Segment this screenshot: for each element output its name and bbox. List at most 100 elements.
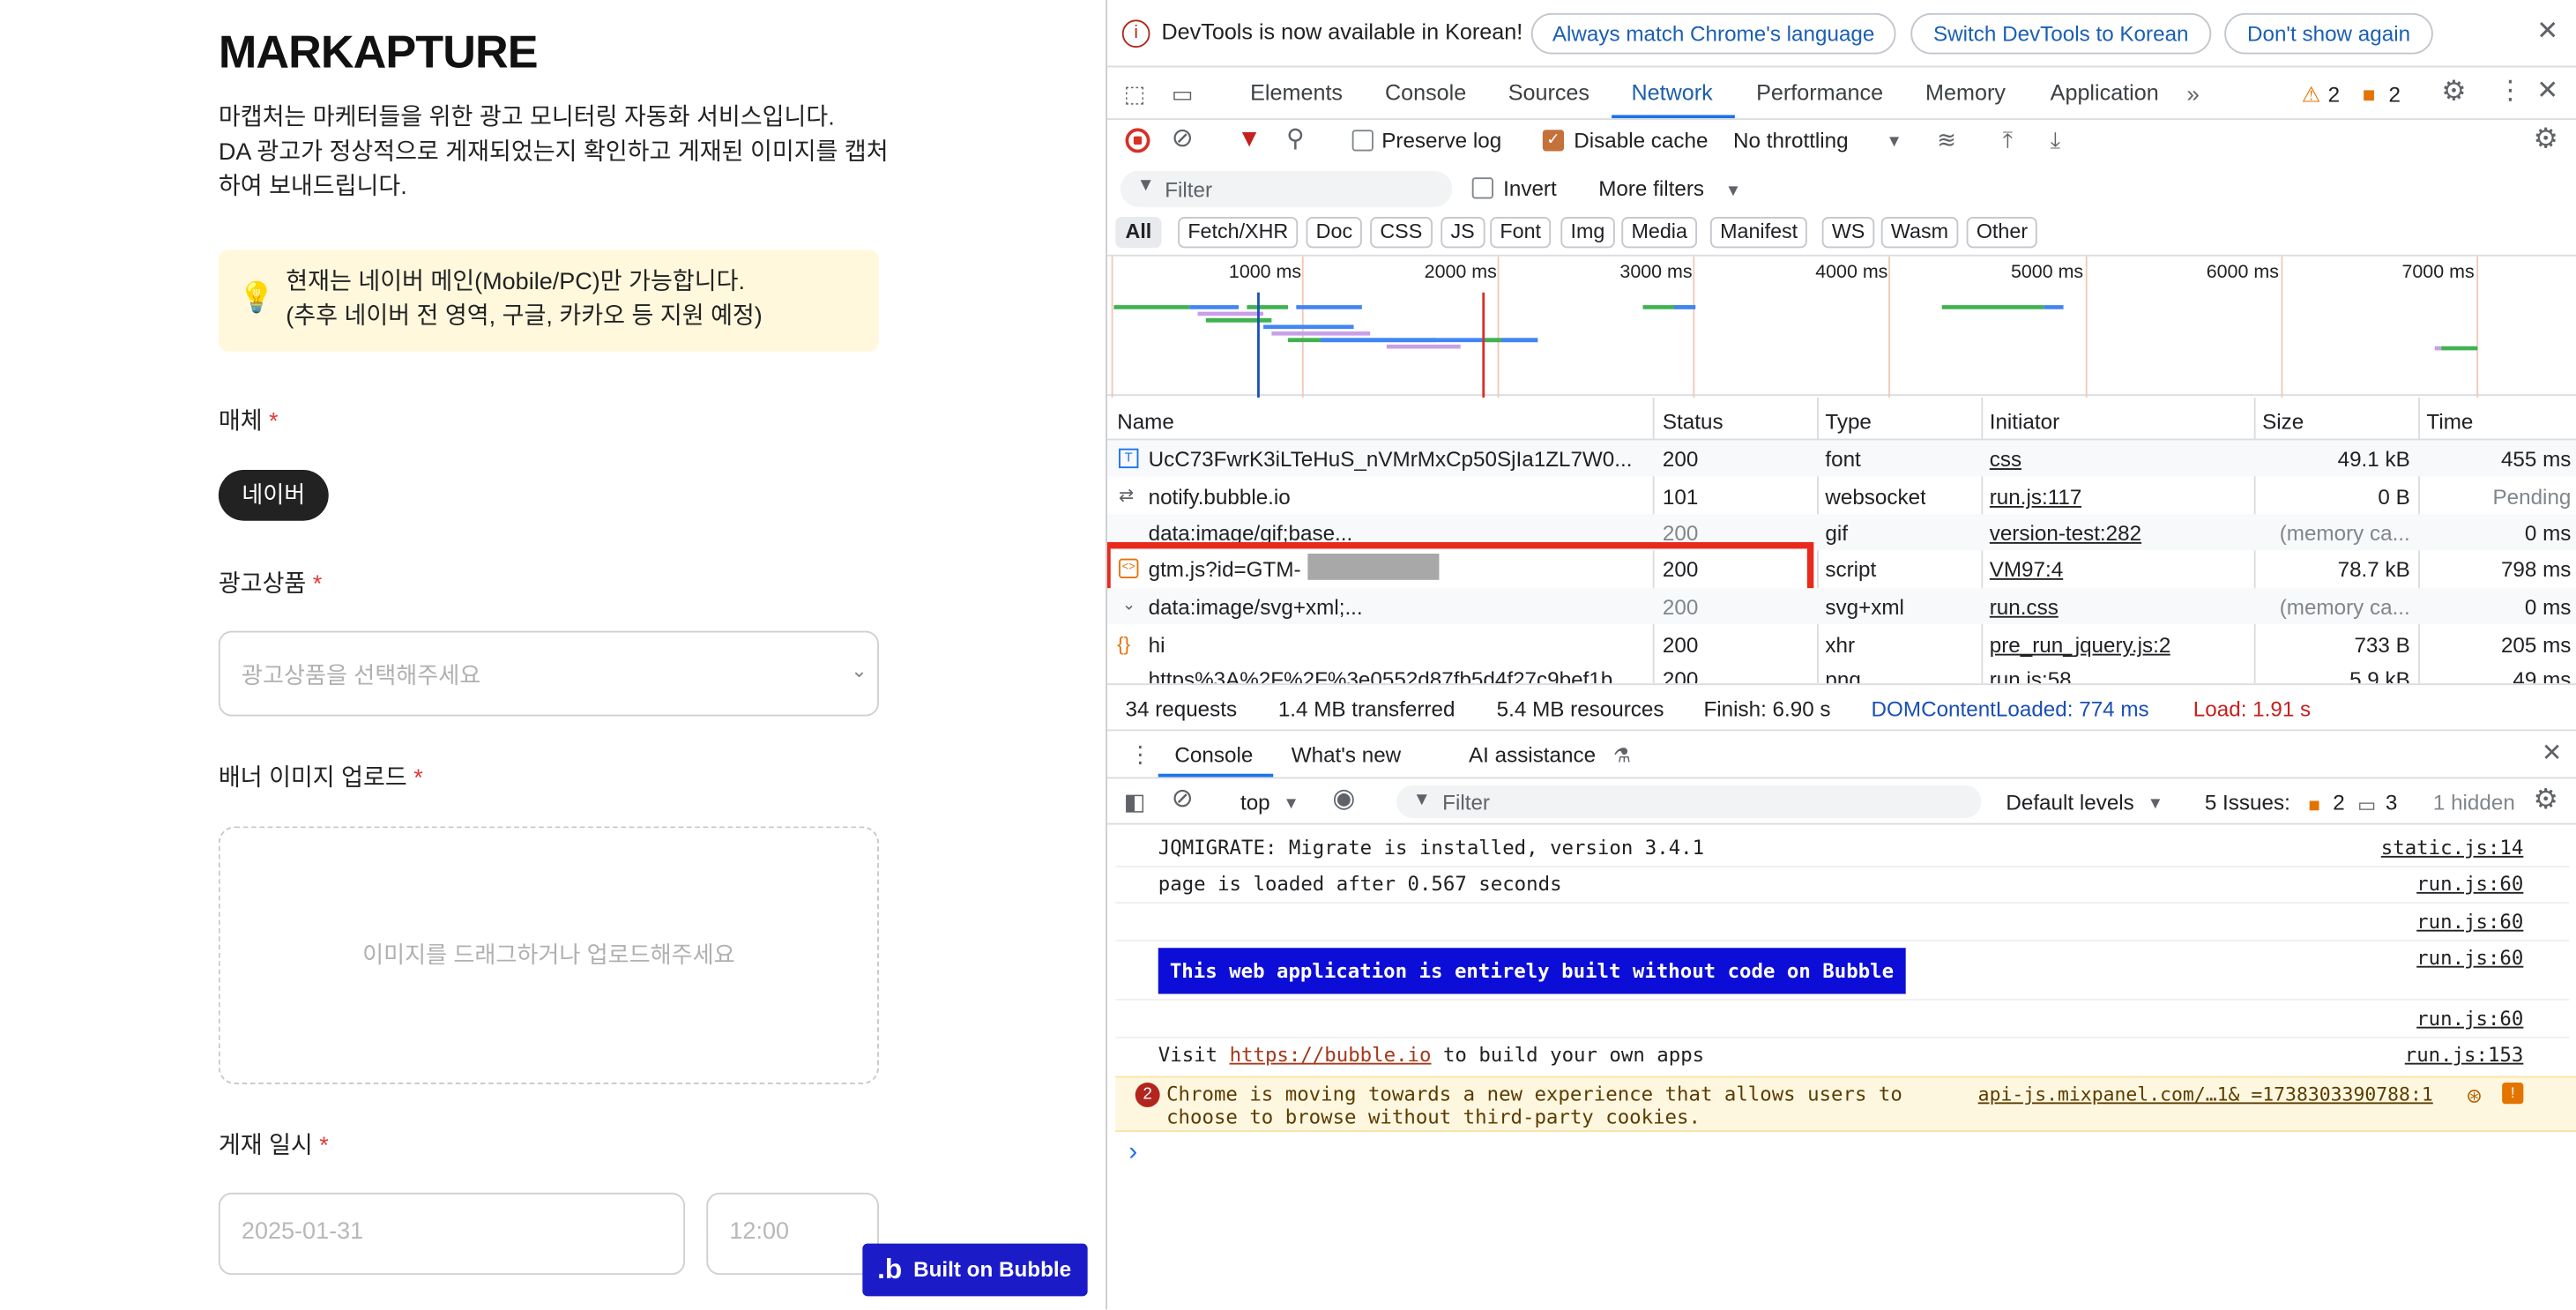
- request-initiator[interactable]: css: [1990, 447, 2021, 472]
- more-tabs-icon[interactable]: »: [2186, 80, 2200, 107]
- settings-gear-icon[interactable]: ⚙: [2441, 78, 2466, 106]
- type-filter-js[interactable]: JS: [1441, 216, 1485, 249]
- timeline-overview[interactable]: 1000 ms 2000 ms 3000 ms 4000 ms 5000 ms …: [1107, 254, 2576, 398]
- filter-input[interactable]: ▼ Filter: [1120, 170, 1453, 207]
- type-filter-media[interactable]: Media: [1621, 216, 1698, 249]
- tick-label: 3000 ms: [1619, 263, 1693, 283]
- col-name[interactable]: Name: [1117, 409, 1174, 434]
- drawer-menu-icon[interactable]: ⋮: [1128, 741, 1151, 767]
- tab-memory[interactable]: Memory: [1925, 80, 2006, 105]
- console-source-link[interactable]: run.js:60: [2416, 946, 2523, 969]
- search-icon[interactable]: ⚲: [1286, 126, 1304, 153]
- network-settings-icon[interactable]: ⚙: [2534, 125, 2558, 153]
- notice-line: (추후 네이버 전 영역, 구글, 카카오 등 지원 예정): [286, 303, 763, 331]
- type-filter-doc[interactable]: Doc: [1306, 216, 1363, 249]
- built-on-bubble-badge[interactable]: .b Built on Bubble: [862, 1243, 1088, 1297]
- record-icon[interactable]: [1125, 128, 1150, 153]
- tab-sources[interactable]: Sources: [1508, 80, 1590, 105]
- match-language-button[interactable]: Always match Chrome's language: [1530, 12, 1896, 55]
- type-filter-font[interactable]: Font: [1490, 216, 1552, 249]
- clear-icon[interactable]: ⊘: [1172, 126, 1194, 153]
- request-initiator[interactable]: VM97:4: [1990, 557, 2064, 582]
- request-initiator[interactable]: version-test:282: [1990, 521, 2141, 546]
- console-source-link[interactable]: run.js:60: [2416, 1007, 2523, 1030]
- request-initiator[interactable]: pre_run_jquery.js:2: [1990, 632, 2171, 657]
- type-filter-manifest[interactable]: Manifest: [1709, 216, 1808, 249]
- inspect-element-icon[interactable]: ⬚: [1124, 80, 1146, 107]
- preserve-log-checkbox[interactable]: [1351, 130, 1374, 152]
- import-har-icon[interactable]: ⤒: [2003, 126, 2014, 153]
- context-select[interactable]: top: [1240, 790, 1270, 815]
- intro-line: 하여 보내드립니다.: [218, 174, 407, 201]
- col-initiator[interactable]: Initiator: [1990, 409, 2059, 434]
- switch-korean-button[interactable]: Switch DevTools to Korean: [1910, 12, 2212, 55]
- sidebar-toggle-icon[interactable]: ◧: [1124, 788, 1146, 815]
- throttling-select[interactable]: No throttling: [1733, 128, 1849, 153]
- col-time[interactable]: Time: [2426, 409, 2473, 434]
- type-filter-css[interactable]: CSS: [1370, 216, 1433, 249]
- time-input[interactable]: 12:00: [706, 1192, 879, 1276]
- table-row[interactable]: https%3A%2F%2F%3e0552d87fb5d4f27c9bef1b.…: [1107, 662, 2576, 684]
- network-conditions-icon[interactable]: ≋: [1937, 126, 1956, 153]
- console-source-link[interactable]: run.js:60: [2416, 910, 2523, 933]
- log-levels-select[interactable]: Default levels: [2006, 790, 2133, 815]
- dont-show-again-button[interactable]: Don't show again: [2224, 12, 2433, 55]
- request-initiator[interactable]: run.js:58: [1990, 667, 2072, 684]
- invert-checkbox[interactable]: [1471, 177, 1493, 199]
- filter-funnel-icon[interactable]: ▼: [1237, 126, 1262, 153]
- drawer-tab-ai-assistance[interactable]: AI assistance: [1469, 742, 1596, 767]
- more-filters-dropdown[interactable]: More filters: [1598, 175, 1704, 200]
- app-page: MARKAPTURE 마캡처는 마케터들을 위한 광고 모니터링 자동화 서비스…: [0, 0, 1106, 1310]
- type-filter-ws[interactable]: WS: [1821, 216, 1875, 249]
- clear-console-icon[interactable]: ⊘: [1172, 786, 1194, 814]
- summary-domcontentloaded: DOMContentLoaded: 774 ms: [1871, 696, 2149, 722]
- console-source-link[interactable]: run.js:60: [2416, 873, 2523, 896]
- drawer-tab-whats-new[interactable]: What's new: [1292, 742, 1401, 767]
- issue-badge-icon[interactable]: !: [2502, 1083, 2524, 1105]
- console-filter-input[interactable]: ▼ Filter: [1396, 785, 1982, 819]
- date-input[interactable]: 2025-01-31: [218, 1192, 686, 1276]
- required-mark: *: [413, 765, 423, 793]
- console-prompt[interactable]: ›: [1128, 1138, 1137, 1168]
- type-filter-all[interactable]: All: [1115, 216, 1162, 249]
- close-icon[interactable]: ✕: [2536, 19, 2558, 46]
- col-size[interactable]: Size: [2262, 409, 2304, 434]
- type-filter-wasm[interactable]: Wasm: [1880, 216, 1959, 249]
- eye-icon[interactable]: ◉: [1332, 786, 1355, 814]
- kebab-menu-icon[interactable]: ⋮: [2498, 78, 2524, 105]
- type-filter-img[interactable]: Img: [1560, 216, 1615, 249]
- col-type[interactable]: Type: [1825, 409, 1872, 434]
- intro-line: DA 광고가 정상적으로 게재되었는지 확인하고 게재된 이미지를 캡처: [218, 139, 889, 167]
- console-source-link[interactable]: run.js:153: [2405, 1043, 2524, 1066]
- close-drawer-icon[interactable]: ✕: [2542, 741, 2562, 767]
- request-initiator[interactable]: run.js:117: [1990, 485, 2082, 510]
- tab-application[interactable]: Application: [2051, 80, 2159, 105]
- close-devtools-icon[interactable]: ✕: [2536, 78, 2558, 105]
- request-type: png: [1825, 666, 1861, 684]
- device-toolbar-icon[interactable]: ▭: [1172, 80, 1194, 107]
- notice-box: 💡 현재는 네이버 메인(Mobile/PC)만 가능합니다. (추후 네이버 …: [218, 249, 879, 352]
- tab-console[interactable]: Console: [1385, 80, 1466, 105]
- logo: MARKAPTURE: [218, 26, 539, 78]
- issues-label[interactable]: 5 Issues:: [2205, 790, 2290, 815]
- console-source-link[interactable]: static.js:14: [2381, 837, 2524, 860]
- product-select[interactable]: 광고상품을 선택해주세요 ⌄: [218, 630, 879, 717]
- tab-network[interactable]: Network: [1631, 80, 1712, 105]
- col-status[interactable]: Status: [1663, 409, 1724, 434]
- warning-icon[interactable]: ⚠: [2302, 82, 2321, 108]
- type-filter-fetch-xhr[interactable]: Fetch/XHR: [1178, 216, 1299, 249]
- disable-cache-checkbox[interactable]: ✓: [1542, 130, 1565, 152]
- export-har-icon[interactable]: ⤓: [2051, 126, 2061, 153]
- drawer-tab-console[interactable]: Console: [1174, 742, 1253, 767]
- console-settings-icon[interactable]: ⚙: [2534, 785, 2558, 814]
- issues-icon[interactable]: ■: [2363, 82, 2376, 108]
- upload-dropzone[interactable]: 이미지를 드래그하거나 업로드해주세요: [218, 826, 879, 1084]
- tab-performance[interactable]: Performance: [1756, 80, 1883, 105]
- main-tabbar: ⬚ ▭ Elements Console Sources Network Per…: [1107, 67, 2576, 119]
- media-chip-naver[interactable]: 네이버: [218, 469, 329, 521]
- tab-elements[interactable]: Elements: [1250, 80, 1343, 105]
- bubble-link[interactable]: https://bubble.io: [1230, 1043, 1432, 1066]
- console-source-link[interactable]: api-js.mixpanel.com/…1& =1738303390788:1: [1978, 1083, 2433, 1105]
- request-initiator[interactable]: run.css: [1990, 595, 2059, 620]
- type-filter-other[interactable]: Other: [1966, 216, 2038, 249]
